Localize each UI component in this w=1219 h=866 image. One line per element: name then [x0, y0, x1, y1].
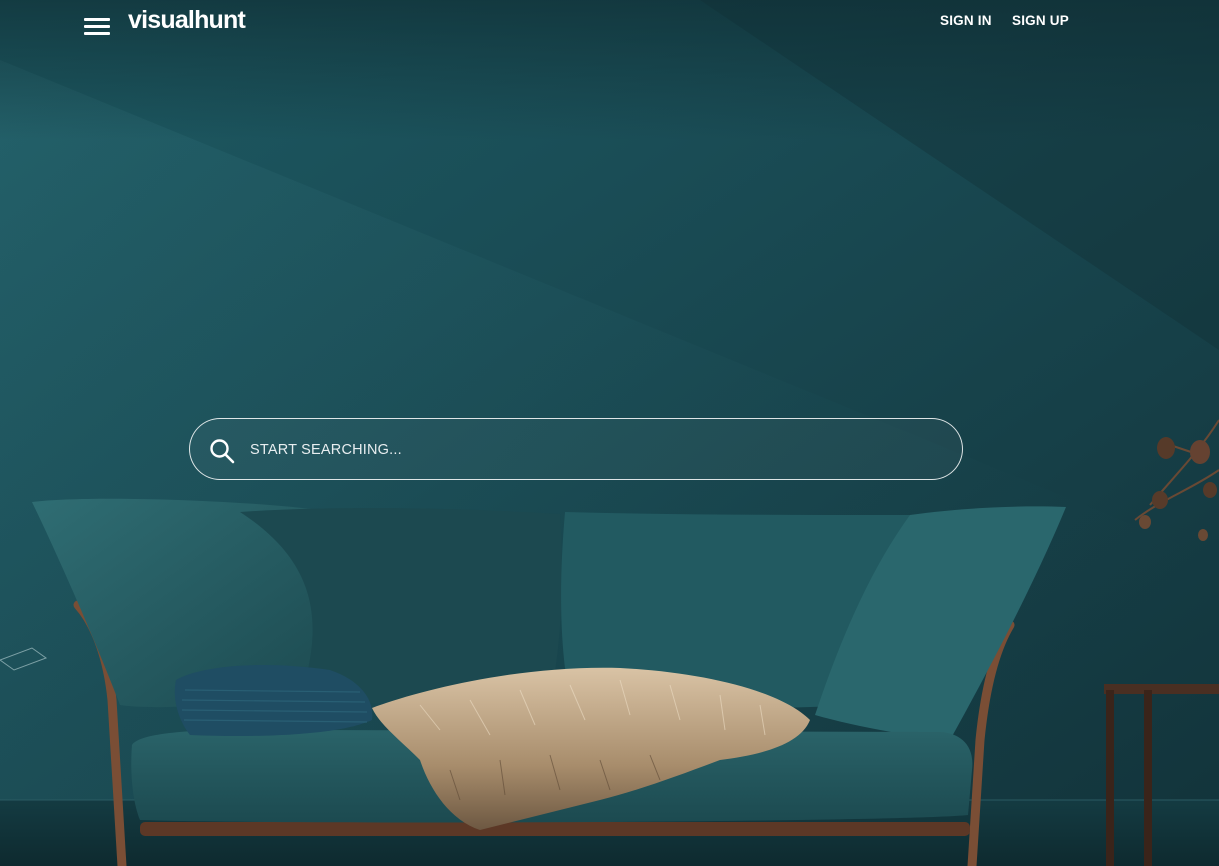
logo[interactable]: visualhunt	[128, 6, 246, 35]
page: visualhunt SIGN IN SIGN UP	[0, 0, 1219, 866]
search-bar[interactable]	[189, 418, 963, 480]
hamburger-menu-icon[interactable]	[84, 16, 110, 36]
search-icon[interactable]	[209, 438, 235, 464]
sign-up-link[interactable]: SIGN UP	[1012, 13, 1069, 28]
search-input[interactable]	[250, 433, 930, 467]
sign-in-link[interactable]: SIGN IN	[940, 13, 992, 28]
